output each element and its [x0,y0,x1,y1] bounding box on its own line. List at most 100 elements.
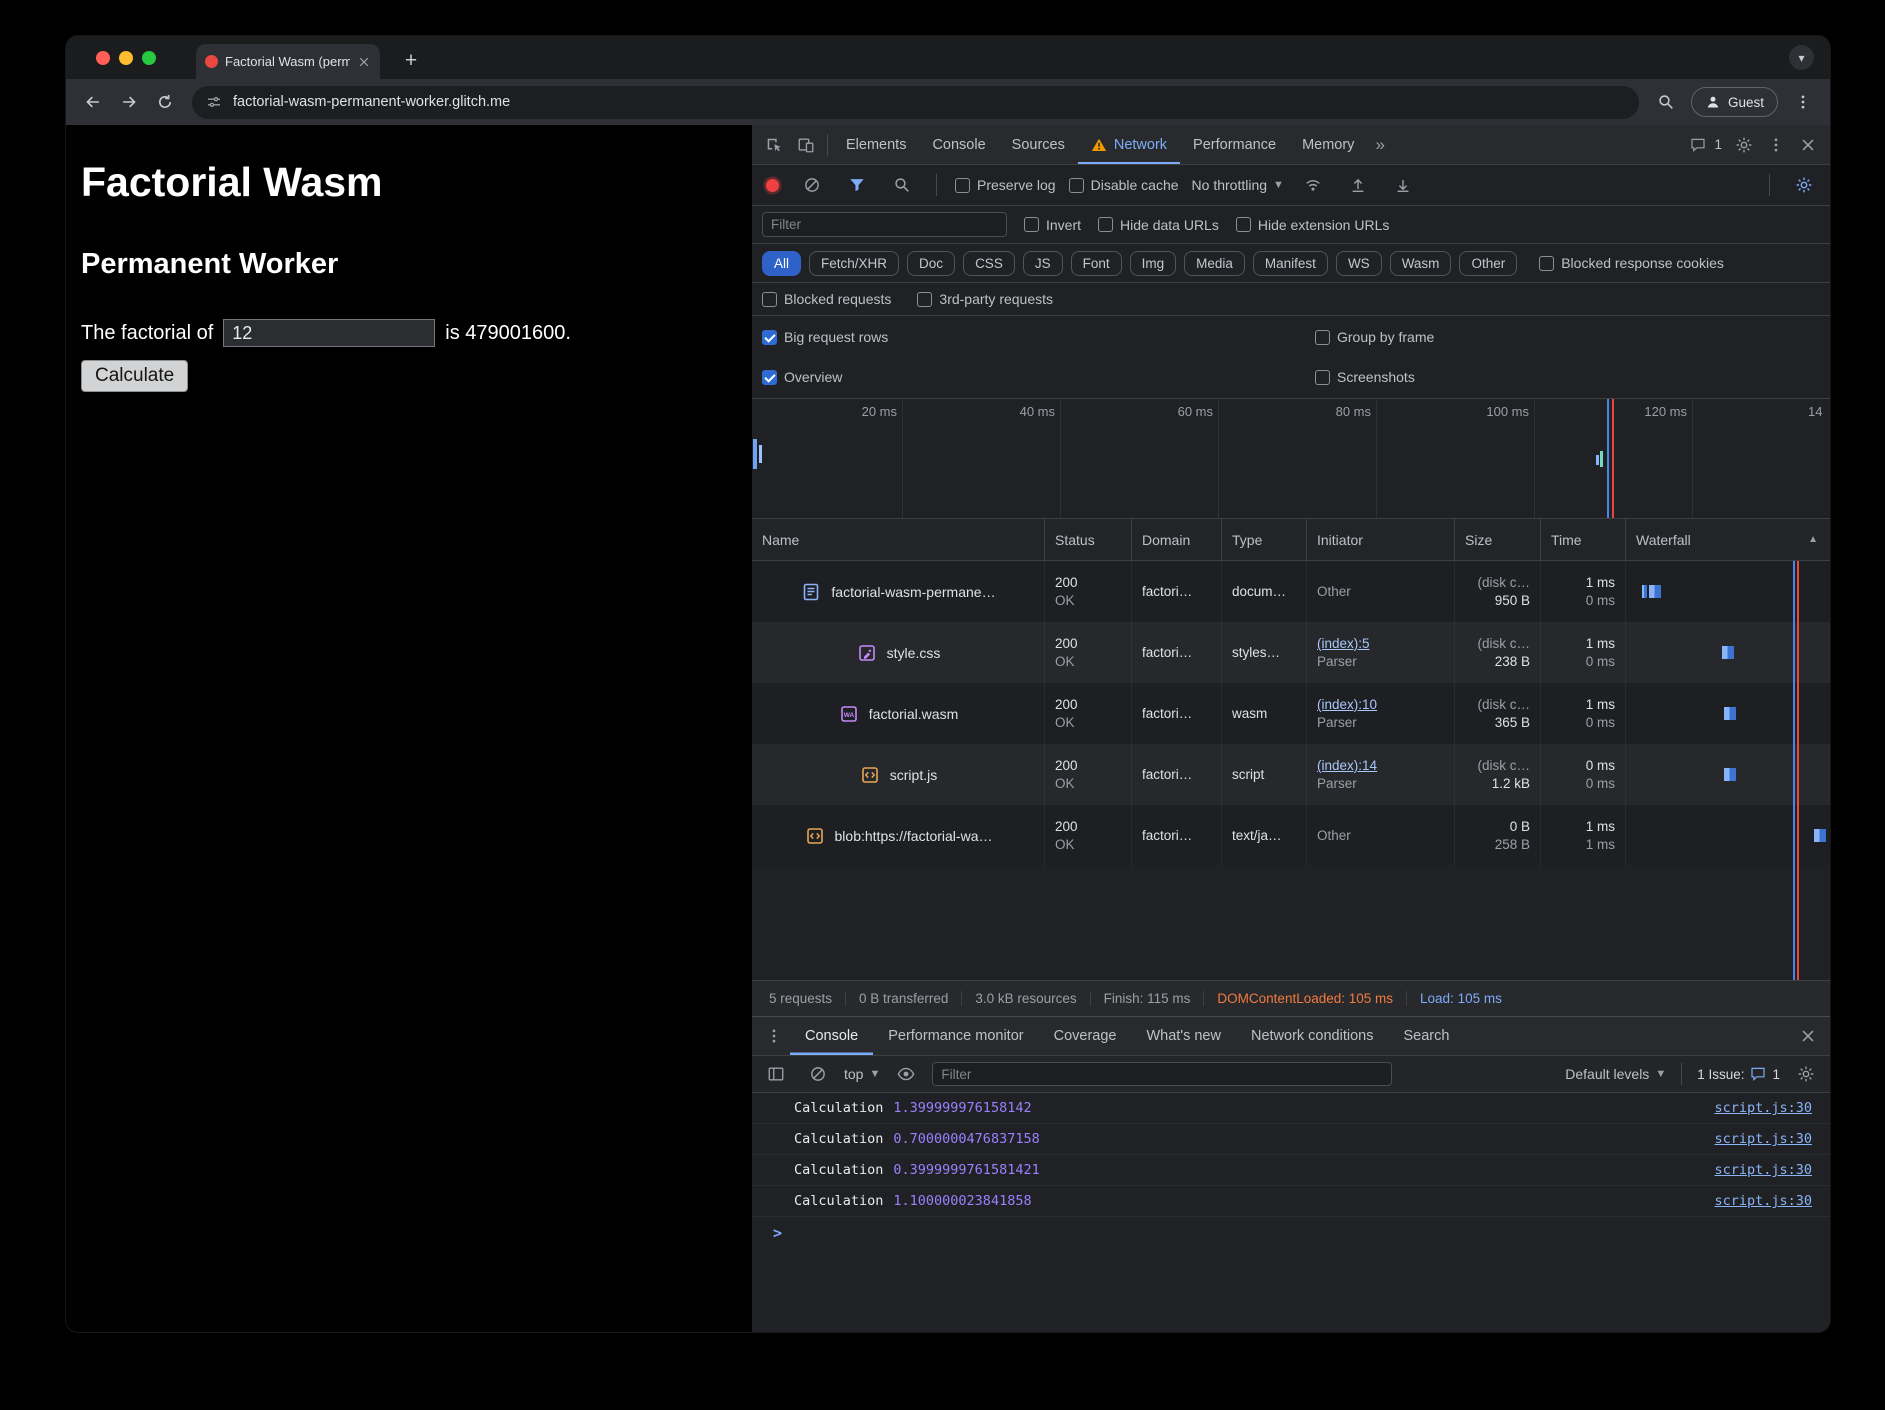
filter-chip-ws[interactable]: WS [1336,251,1382,276]
column-header-name[interactable]: Name [752,519,1045,560]
network-request-row[interactable]: style.css 200OK factori… styles… (index)… [752,622,1830,683]
network-settings-icon[interactable] [1788,170,1820,200]
blocked-requests-checkbox[interactable]: Blocked requests [762,291,891,307]
calculate-button[interactable]: Calculate [81,360,188,392]
filter-chip-img[interactable]: Img [1130,251,1177,276]
source-link[interactable]: script.js:30 [1714,1193,1812,1209]
search-icon[interactable] [886,170,918,200]
drawer-tab-coverage[interactable]: Coverage [1039,1017,1132,1055]
inspect-element-icon[interactable] [758,130,790,160]
drawer-tab-search[interactable]: Search [1388,1017,1464,1055]
invert-checkbox[interactable]: Invert [1024,217,1081,233]
column-header-domain[interactable]: Domain [1132,519,1222,560]
filter-icon[interactable] [841,170,873,200]
column-header-size[interactable]: Size [1455,519,1541,560]
hide-extension-urls-checkbox[interactable]: Hide extension URLs [1236,217,1390,233]
network-conditions-icon[interactable] [1297,170,1329,200]
filter-chip-fetch-xhr[interactable]: Fetch/XHR [809,251,899,276]
source-link[interactable]: script.js:30 [1714,1162,1812,1178]
network-overview[interactable]: 20 ms 40 ms 60 ms 80 ms 100 ms 120 ms 14 [752,399,1830,519]
column-header-initiator[interactable]: Initiator [1307,519,1455,560]
blocked-response-cookies-checkbox[interactable]: Blocked response cookies [1539,255,1724,271]
issues-counter[interactable]: 1 Issue: 1 [1697,1066,1780,1082]
drawer-menu-icon[interactable] [758,1021,790,1051]
drawer-close-icon[interactable] [1792,1021,1824,1051]
console-sidebar-icon[interactable] [760,1059,792,1089]
tab-elements[interactable]: Elements [833,125,919,164]
column-header-waterfall[interactable]: Waterfall ▲ [1626,519,1830,560]
site-settings-icon[interactable] [206,94,222,110]
forward-button[interactable] [112,85,146,119]
browser-menu-button[interactable] [1786,85,1820,119]
network-request-row[interactable]: factorial.wasm 200OK factori… wasm (inde… [752,683,1830,744]
devtools-close-icon[interactable] [1792,130,1824,160]
column-header-status[interactable]: Status [1045,519,1132,560]
column-header-time[interactable]: Time [1541,519,1626,560]
disable-cache-checkbox[interactable]: Disable cache [1069,177,1179,193]
device-toolbar-icon[interactable] [790,130,822,160]
profile-badge[interactable]: Guest [1691,87,1778,117]
overview-checkbox[interactable]: Overview [762,369,842,385]
tab-memory[interactable]: Memory [1289,125,1367,164]
filter-chip-manifest[interactable]: Manifest [1253,251,1328,276]
window-zoom-button[interactable] [142,51,156,65]
default-levels-dropdown[interactable]: Default levels ▼ [1565,1066,1666,1082]
drawer-tab-console[interactable]: Console [790,1017,873,1055]
export-har-icon[interactable] [1387,170,1419,200]
filter-chip-js[interactable]: JS [1023,251,1063,276]
filter-chip-other[interactable]: Other [1459,251,1517,276]
record-button[interactable] [766,179,779,192]
clear-network-log-icon[interactable] [796,170,828,200]
browser-tab[interactable]: Factorial Wasm (permanent W [196,44,380,79]
column-header-type[interactable]: Type [1222,519,1307,560]
network-request-row[interactable]: script.js 200OK factori… script (index):… [752,744,1830,805]
more-tabs-button[interactable]: » [1367,135,1392,155]
window-minimize-button[interactable] [119,51,133,65]
tab-network[interactable]: Network [1078,125,1180,164]
drawer-tab-whats-new[interactable]: What's new [1131,1017,1236,1055]
new-tab-button[interactable]: + [398,48,424,74]
network-request-row[interactable]: factorial-wasm-permane… 200OK factori… d… [752,561,1830,622]
zoom-icon[interactable] [1649,85,1683,119]
issues-button[interactable]: 1 [1684,130,1728,160]
big-request-rows-checkbox[interactable]: Big request rows [762,329,888,345]
throttling-dropdown[interactable]: No throttling ▼ [1192,177,1284,193]
filter-chip-doc[interactable]: Doc [907,251,955,276]
source-link[interactable]: script.js:30 [1714,1131,1812,1147]
devtools-menu-icon[interactable] [1760,130,1792,160]
initiator-link[interactable]: (index):14 [1317,758,1444,773]
initiator-link[interactable]: (index):10 [1317,697,1444,712]
console-context-dropdown[interactable]: top ▼ [844,1066,880,1082]
live-expression-eye-icon[interactable] [890,1059,922,1089]
back-button[interactable] [76,85,110,119]
filter-chip-wasm[interactable]: Wasm [1390,251,1452,276]
address-bar[interactable]: factorial-wasm-permanent-worker.glitch.m… [192,86,1639,119]
tab-search-button[interactable]: ▾ [1789,45,1814,70]
tab-performance[interactable]: Performance [1180,125,1289,164]
tab-close-icon[interactable] [357,55,371,69]
window-close-button[interactable] [96,51,110,65]
network-filter-input[interactable] [762,212,1007,237]
import-har-icon[interactable] [1342,170,1374,200]
console-settings-icon[interactable] [1790,1059,1822,1089]
tab-console[interactable]: Console [919,125,998,164]
network-request-row[interactable]: blob:https://factorial-wa… 200OK factori… [752,805,1830,866]
hide-data-urls-checkbox[interactable]: Hide data URLs [1098,217,1219,233]
screenshots-checkbox[interactable]: Screenshots [1315,369,1415,385]
filter-chip-all[interactable]: All [762,251,801,276]
tab-sources[interactable]: Sources [999,125,1078,164]
group-by-frame-checkbox[interactable]: Group by frame [1315,329,1434,345]
console-filter-input[interactable] [932,1062,1392,1086]
filter-chip-font[interactable]: Font [1071,251,1122,276]
initiator-link[interactable]: (index):5 [1317,636,1444,651]
filter-chip-css[interactable]: CSS [963,251,1015,276]
preserve-log-checkbox[interactable]: Preserve log [955,177,1056,193]
reload-button[interactable] [148,85,182,119]
devtools-settings-icon[interactable] [1728,130,1760,160]
drawer-tab-performance-monitor[interactable]: Performance monitor [873,1017,1038,1055]
third-party-requests-checkbox[interactable]: 3rd-party requests [917,291,1053,307]
factorial-input[interactable] [223,319,435,347]
drawer-tab-network-conditions[interactable]: Network conditions [1236,1017,1389,1055]
clear-console-icon[interactable] [802,1059,834,1089]
filter-chip-media[interactable]: Media [1184,251,1245,276]
